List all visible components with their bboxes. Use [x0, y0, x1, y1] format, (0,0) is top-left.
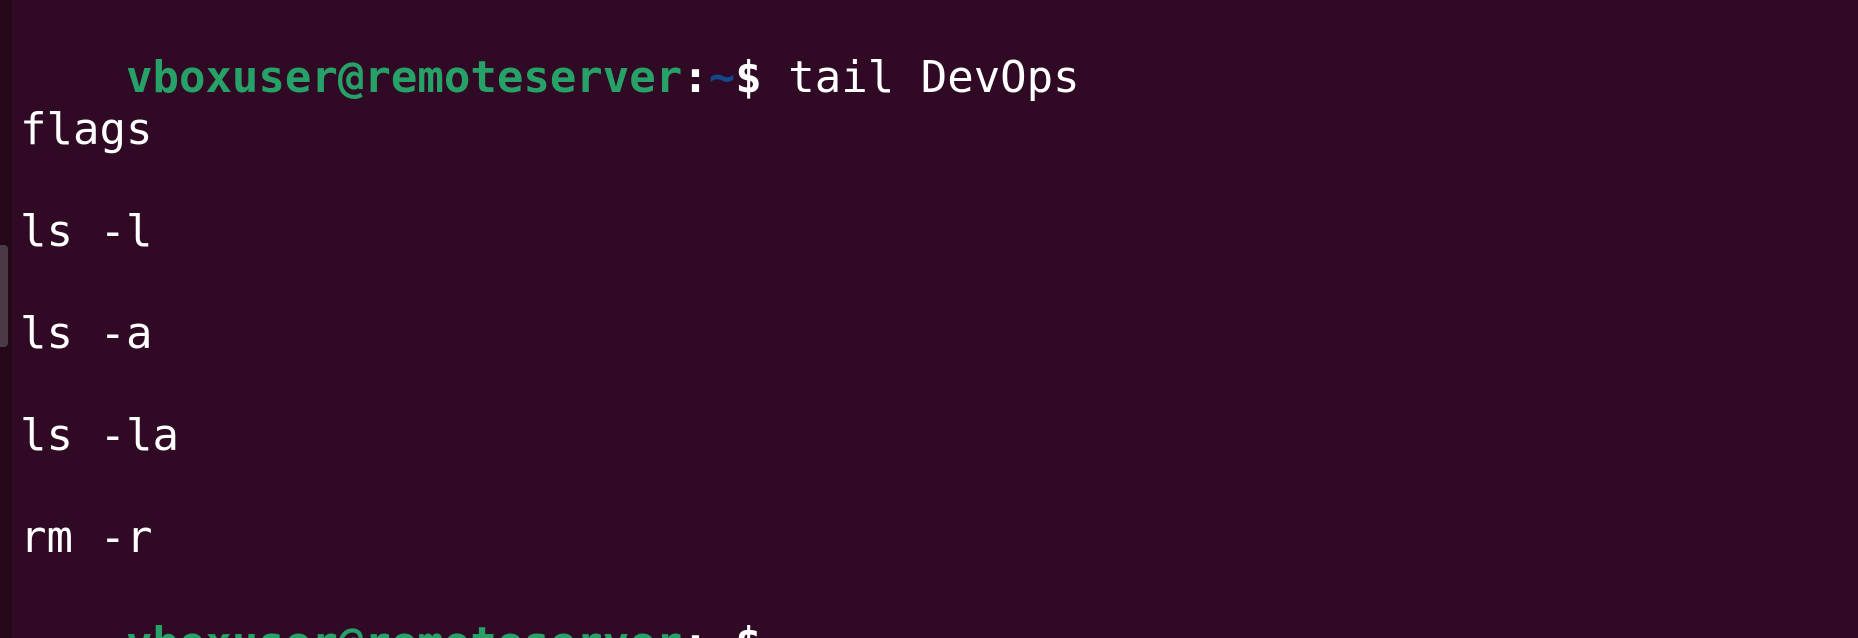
prompt-user-host: vboxuser@remoteserver [126, 618, 682, 638]
prompt-symbol: $ [735, 618, 762, 638]
active-prompt-line[interactable]: vboxuser@remoteserver:~$ [20, 566, 762, 638]
prompt-path: ~ [709, 618, 736, 638]
prompt-symbol: $ [735, 52, 762, 103]
prompt-path: ~ [708, 52, 736, 103]
prompt-colon: : [682, 52, 709, 103]
entered-command: tail DevOps [761, 52, 1080, 103]
scrollbar-handle[interactable] [0, 245, 8, 347]
prompt-user-host: vboxuser@remoteserver [125, 52, 683, 103]
terminal-window[interactable]: vboxuser@remoteserver:~$ tail DevOps fla… [0, 0, 1858, 638]
output-line: ls -l [20, 206, 153, 257]
output-line: ls -la [20, 410, 179, 461]
prompt-colon: : [682, 618, 709, 638]
command-line: vboxuser@remoteserver:~$ tail DevOps [20, 0, 1080, 103]
output-line: flags [20, 104, 153, 155]
output-line: ls -a [20, 308, 153, 359]
output-line: rm -r [20, 512, 153, 563]
